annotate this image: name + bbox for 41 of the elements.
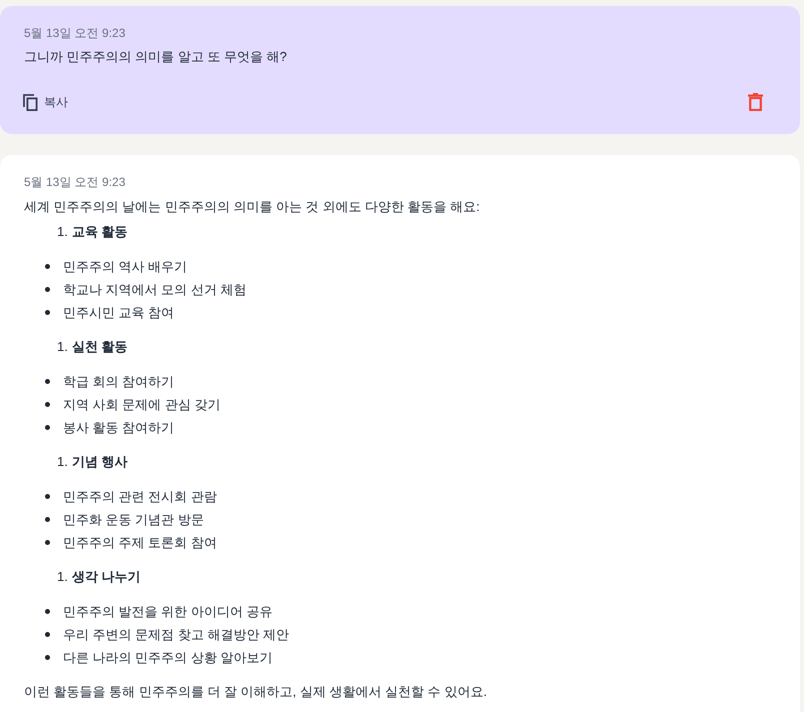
answer-intro: 세계 민주주의의 날에는 민주주의의 의미를 아는 것 외에도 다양한 활동을 해요: <box>24 198 481 216</box>
section-heading: 교육 활동 <box>72 223 128 241</box>
bullet-icon <box>45 402 50 407</box>
question-text: 그니까 민주주의의 의미를 알고 또 무엇을 해? <box>24 48 288 66</box>
message-timestamp: 5월 13일 오전 9:23 <box>24 174 126 190</box>
copy-icon <box>23 94 38 110</box>
bullet-item-text: 봉사 활동 참여하기 <box>63 419 174 437</box>
bullet-icon <box>45 609 50 614</box>
copy-button[interactable]: 복사 <box>23 90 68 114</box>
delete-button[interactable] <box>745 90 766 114</box>
bullet-item-text: 지역 사회 문제에 관심 갖기 <box>63 396 220 414</box>
message-timestamp: 5월 13일 오전 9:23 <box>24 25 126 41</box>
bullet-icon <box>45 425 50 430</box>
bullet-icon <box>45 264 50 269</box>
bullet-item-text: 다른 나라의 민주주의 상황 알아보기 <box>63 649 272 667</box>
bullet-icon <box>45 540 50 545</box>
section-heading: 기념 행사 <box>72 453 128 471</box>
section-heading: 생각 나누기 <box>72 568 140 586</box>
bullet-item-text: 민주화 운동 기념관 방문 <box>63 511 204 529</box>
list-number: 1. <box>57 568 68 586</box>
list-number: 1. <box>57 338 68 356</box>
answer-outro: 이런 활동들을 통해 민주주의를 더 잘 이해하고, 실제 생활에서 실천할 수 있어요. <box>24 683 488 701</box>
list-number: 1. <box>57 223 68 241</box>
bullet-icon <box>45 632 50 637</box>
bullet-item-text: 민주주의 역사 배우기 <box>63 258 188 276</box>
bullet-icon <box>45 379 50 384</box>
bullet-item-text: 민주시민 교육 참여 <box>63 304 174 322</box>
bullet-item-text: 민주주의 주제 토론회 참여 <box>63 534 217 552</box>
bullet-icon <box>45 655 50 660</box>
bullet-item-text: 우리 주변의 문제점 찾고 해결방안 제안 <box>63 626 290 644</box>
bullet-item-text: 민주주의 관련 전시회 관람 <box>63 488 217 506</box>
trash-icon <box>748 93 763 111</box>
bullet-item-text: 학교나 지역에서 모의 선거 체험 <box>63 281 246 299</box>
bullet-icon <box>45 517 50 522</box>
bullet-icon <box>45 287 50 292</box>
section-heading: 실천 활동 <box>72 338 128 356</box>
list-number: 1. <box>57 453 68 471</box>
bullet-icon <box>45 310 50 315</box>
bullet-item-text: 민주주의 발전을 위한 아이디어 공유 <box>63 603 272 621</box>
bullet-item-text: 학급 회의 참여하기 <box>63 373 174 391</box>
bullet-icon <box>45 494 50 499</box>
